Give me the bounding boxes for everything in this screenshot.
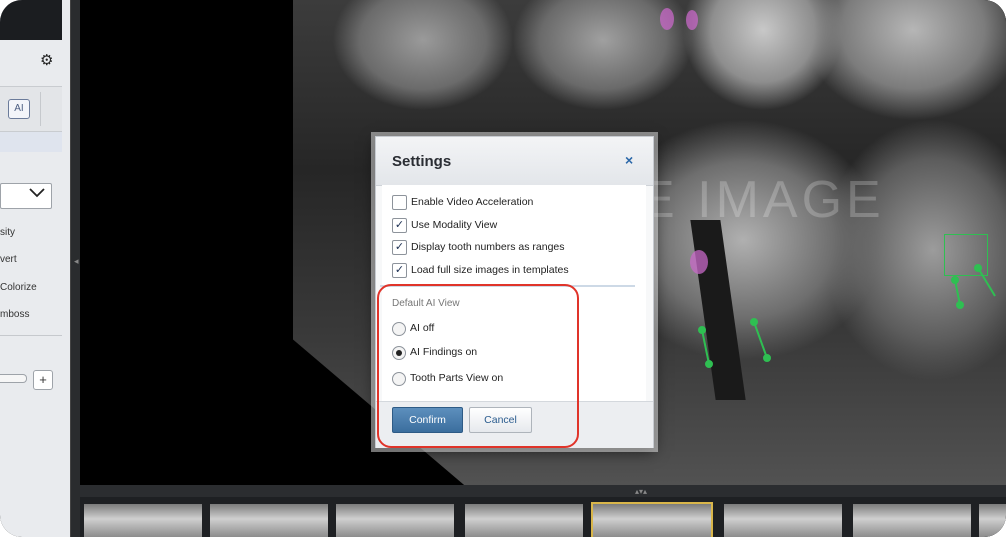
- image-thumbnail[interactable]: [465, 504, 583, 537]
- filmstrip-splitter[interactable]: [80, 485, 1006, 497]
- measurement-point: [951, 276, 959, 284]
- measurement-line: [753, 321, 768, 359]
- image-thumbnail[interactable]: [210, 504, 328, 537]
- checkbox-checked[interactable]: ✓: [392, 240, 407, 255]
- image-thumbnail[interactable]: [336, 504, 454, 537]
- image-thumbnail[interactable]: [979, 504, 1006, 537]
- dialog-header: Settings ×: [376, 137, 653, 186]
- measurement-line: [977, 267, 996, 297]
- checkbox-checked[interactable]: ✓: [392, 218, 407, 233]
- expand-handle-icon[interactable]: ▴▾▴: [635, 487, 647, 496]
- image-thumbnail[interactable]: [84, 504, 202, 537]
- measurement-point: [956, 301, 964, 309]
- checkbox-label: Enable Video Acceleration: [411, 196, 534, 208]
- measurement-point: [750, 318, 758, 326]
- checkbox-checked[interactable]: ✓: [392, 263, 407, 278]
- checkbox-label: Display tooth numbers as ranges: [411, 241, 565, 253]
- annotation-highlight-box: [377, 284, 579, 448]
- measurement-line: [701, 329, 710, 365]
- close-icon[interactable]: ×: [625, 152, 633, 168]
- image-thumbnail[interactable]: [853, 504, 971, 537]
- checkbox-label: Load full size images in templates: [411, 264, 569, 276]
- measurement-point: [705, 360, 713, 368]
- measurement-point: [974, 264, 982, 272]
- dialog-title: Settings: [392, 153, 452, 170]
- app-window: ⚙ AI sity vert Colorize mboss + ◂ E IMAG…: [0, 0, 1006, 537]
- measurement-point: [763, 354, 771, 362]
- image-thumbnail-selected[interactable]: [591, 502, 713, 537]
- checkbox-label: Use Modality View: [411, 219, 498, 231]
- measurement-point: [698, 326, 706, 334]
- checkbox[interactable]: [392, 195, 407, 210]
- image-thumbnail[interactable]: [724, 504, 842, 537]
